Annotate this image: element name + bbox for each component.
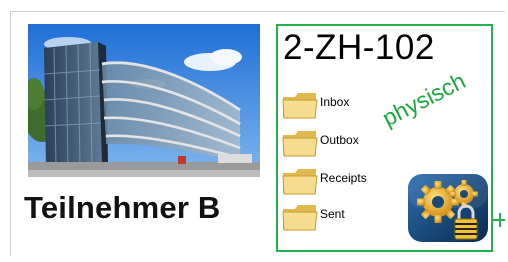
mailbox-type-label: physisch xyxy=(378,67,470,132)
folder-label: Outbox xyxy=(320,133,359,147)
building-photo xyxy=(28,24,260,177)
gears-lock-icon[interactable] xyxy=(406,172,490,244)
folder-label: Inbox xyxy=(320,95,350,109)
connector-tick xyxy=(499,213,501,227)
folder-receipts[interactable]: Receipts xyxy=(282,166,367,196)
folder-label: Sent xyxy=(320,207,345,221)
folder-label: Receipts xyxy=(320,171,367,185)
folder-icon xyxy=(282,205,318,231)
folder-icon xyxy=(282,169,318,195)
participant-label: Teilnehmer B xyxy=(24,190,221,225)
mailbox-id: 2-ZH-102 xyxy=(283,28,435,67)
folder-icon xyxy=(282,93,318,119)
folder-outbox[interactable]: Outbox xyxy=(282,128,359,158)
folder-sent[interactable]: Sent xyxy=(282,202,345,232)
folder-inbox[interactable]: Inbox xyxy=(282,90,349,120)
folder-icon xyxy=(282,131,318,157)
